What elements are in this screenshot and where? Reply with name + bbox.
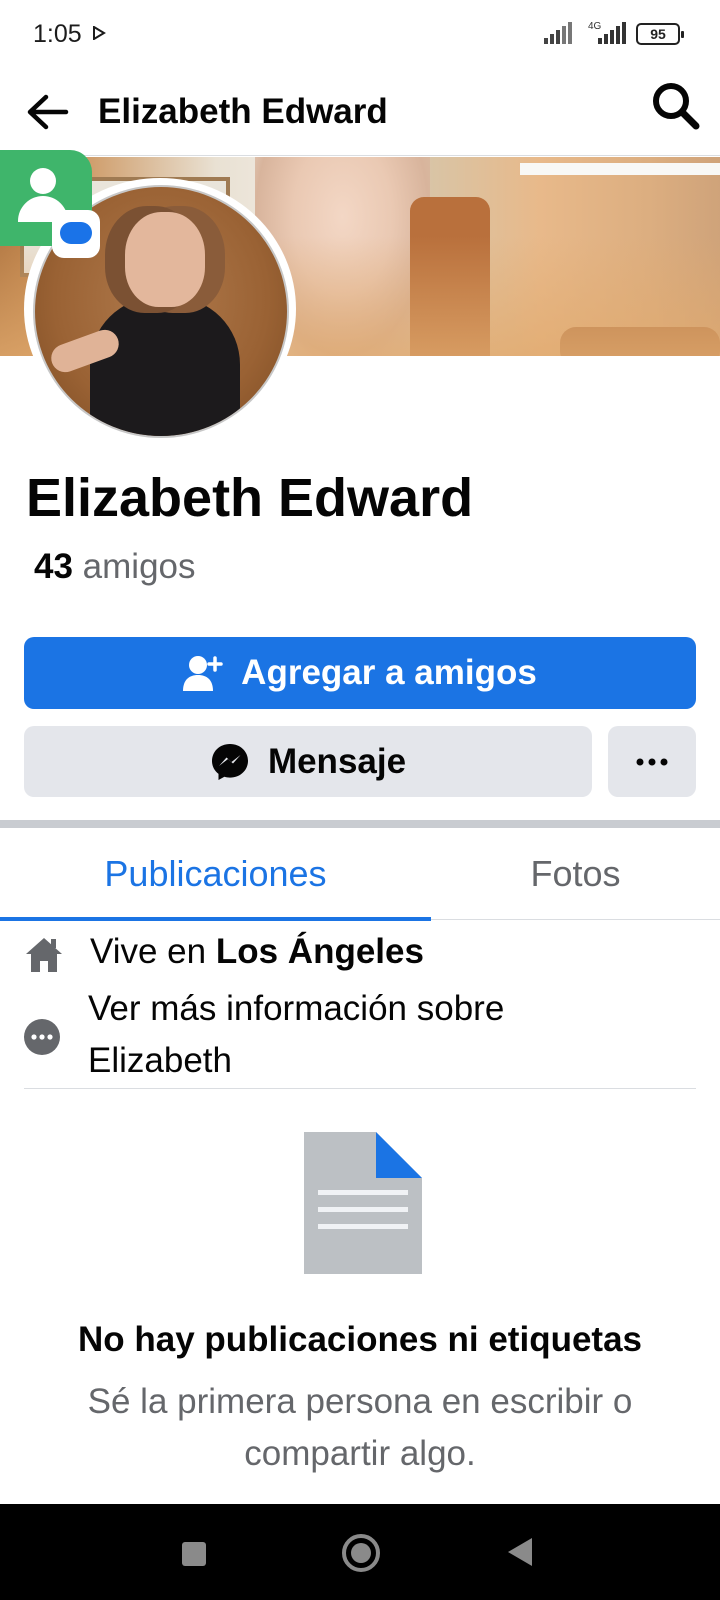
home-button-icon[interactable] [342,1534,380,1572]
more-options-button[interactable] [608,726,696,797]
status-time: 1:05 [33,20,82,48]
network-label: 4G [588,21,602,32]
more-dots-small-icon [31,1034,53,1040]
info-divider [24,1088,696,1089]
photo-body [90,297,240,436]
profile-name: Elizabeth Edward [26,468,474,528]
add-friend-button[interactable]: Agregar a amigos [24,637,696,709]
message-label: Mensaje [267,741,407,781]
see-more-info-link[interactable]: Ver más información sobre Elizabeth [88,983,648,1087]
tab-posts[interactable]: Publicaciones [0,828,431,921]
cover-desk [520,163,720,175]
friends-count-row[interactable]: 43 amigos [34,547,196,587]
message-button[interactable]: Mensaje [24,726,592,797]
chat-bubble-icon [52,210,100,258]
more-dots-icon [636,758,668,765]
tab-photos[interactable]: Fotos [431,828,720,920]
person-icon-head [30,168,56,194]
signal-4g-icon: 4G [588,21,626,44]
empty-state-subtitle: Sé la primera persona en escribir o comp… [87,1382,633,1473]
document-icon [304,1132,422,1274]
messenger-icon [211,743,248,780]
recents-icon[interactable] [182,1542,206,1566]
empty-state-title: No hay publicaciones ni etiquetas [77,1320,643,1359]
app-header: Elizabeth Edward [0,70,720,156]
profile-tabs: Publicaciones Fotos [0,828,720,921]
lives-in-prefix: Vive en [90,932,207,971]
chat-bubble-shape [60,222,92,244]
header-title: Elizabeth Edward [98,92,388,131]
status-bar: 1:05 4G 95 [0,0,720,70]
arrow-left-icon[interactable] [24,90,72,134]
section-divider [0,820,720,828]
system-nav-bar [0,1504,720,1600]
info-lives-in: Vive en Los Ángeles [90,932,424,972]
messages-app-icon[interactable] [0,150,100,258]
add-friend-icon [183,656,223,691]
back-triangle-icon[interactable] [508,1538,532,1566]
lives-in-city[interactable]: Los Ángeles [216,932,424,971]
friends-label: amigos [82,547,196,586]
play-store-icon [93,26,106,40]
photo-head [125,212,205,307]
search-icon[interactable] [650,80,702,132]
signal-icon [544,22,572,44]
friends-count: 43 [34,547,73,586]
add-friend-label: Agregar a amigos [241,653,537,692]
more-circle-icon [24,1019,60,1055]
home-icon [26,938,62,972]
battery-icon: 95 [636,23,684,45]
